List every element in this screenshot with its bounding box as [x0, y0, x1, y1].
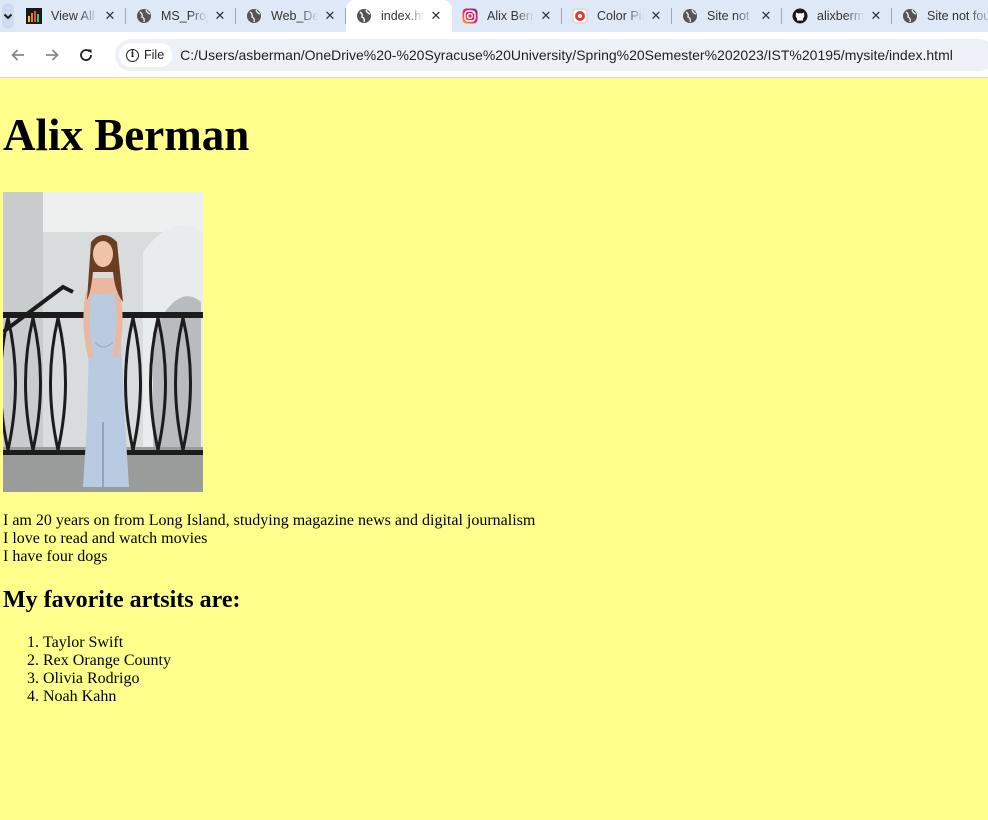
list-item: Taylor Swift	[43, 634, 988, 652]
close-icon[interactable]: ✕	[758, 8, 774, 24]
browser-toolbar: i File C:/Users/asberman/OneDrive%20-%20…	[0, 32, 988, 78]
tab-index-html[interactable]: index.html ✕	[346, 0, 452, 32]
reload-icon	[80, 48, 92, 61]
arrow-left-icon	[11, 48, 24, 61]
page-content: Alix Berman I am 20 years on from Long I…	[0, 78, 988, 820]
github-icon	[792, 8, 808, 24]
tab-alix-berman-instagram[interactable]: Alix Berman ✕	[452, 0, 562, 32]
bar-chart-icon	[26, 8, 42, 24]
tab-site-not-found[interactable]: Site not found ✕	[672, 0, 782, 32]
tab-alixberman-github[interactable]: alixberman ✕	[782, 0, 892, 32]
tab-strip: View All ✕ MS_Proj ✕ Web_Des ✕ index.htm…	[0, 0, 988, 32]
site-info-chip[interactable]: i File	[119, 43, 173, 67]
bio-line: I am 20 years on from Long Island, study…	[3, 512, 536, 529]
globe-icon	[902, 8, 918, 24]
globe-icon	[136, 8, 152, 24]
tab-title: alixberman	[817, 9, 864, 23]
bio-paragraph: I am 20 years on from Long Island, study…	[3, 512, 988, 566]
close-icon[interactable]: ✕	[102, 8, 118, 24]
artist-list: Taylor Swift Rex Orange County Olivia Ro…	[3, 634, 988, 706]
chevron-down-icon	[3, 13, 13, 20]
color-picker-icon	[572, 8, 588, 24]
bio-line: I love to read and watch movies	[3, 530, 208, 547]
instagram-icon	[462, 8, 478, 24]
list-item: Olivia Rodrigo	[43, 670, 988, 688]
close-icon[interactable]: ✕	[648, 8, 664, 24]
tab-title: Alix Berman	[487, 9, 534, 23]
tab-title: index.html	[381, 9, 424, 23]
back-button[interactable]	[2, 39, 34, 71]
tab-ms-proj[interactable]: MS_Proj ✕	[126, 0, 236, 32]
globe-icon	[356, 8, 372, 24]
close-icon[interactable]: ✕	[428, 8, 444, 24]
globe-icon	[682, 8, 698, 24]
page-title: Alix Berman	[3, 110, 250, 160]
tab-color-picker[interactable]: Color Picker ✕	[562, 0, 672, 32]
tab-title: Web_Des	[271, 9, 318, 23]
address-bar[interactable]: i File C:/Users/asberman/OneDrive%20-%20…	[115, 39, 988, 71]
list-item: Rex Orange County	[43, 652, 988, 670]
tab-title: Site not found	[927, 9, 988, 23]
close-icon[interactable]: ✕	[538, 8, 554, 24]
tab-view-all[interactable]: View All ✕	[16, 0, 126, 32]
tab-title: MS_Proj	[161, 9, 208, 23]
close-icon[interactable]: ✕	[322, 8, 338, 24]
tab-title: View All	[51, 9, 95, 23]
bio-line: I have four dogs	[3, 548, 108, 565]
reload-button[interactable]	[70, 39, 102, 71]
tab-title: Site not found	[707, 9, 754, 23]
close-icon[interactable]: ✕	[868, 8, 884, 24]
site-info-label: File	[144, 48, 165, 62]
artists-heading: My favorite artsits are:	[3, 587, 241, 613]
forward-button[interactable]	[36, 39, 68, 71]
list-item: Noah Kahn	[43, 688, 988, 706]
globe-icon	[246, 8, 262, 24]
tab-web-des[interactable]: Web_Des ✕	[236, 0, 346, 32]
profile-photo	[3, 192, 203, 492]
tab-search-button[interactable]	[2, 3, 14, 29]
info-icon: i	[126, 48, 139, 62]
url-text[interactable]: C:/Users/asberman/OneDrive%20-%20Syracus…	[180, 47, 953, 63]
tab-title: Color Picker	[597, 9, 644, 23]
close-icon[interactable]: ✕	[212, 8, 228, 24]
arrow-right-icon	[46, 48, 59, 61]
tab-site-not-found-2[interactable]: Site not found	[892, 0, 988, 32]
